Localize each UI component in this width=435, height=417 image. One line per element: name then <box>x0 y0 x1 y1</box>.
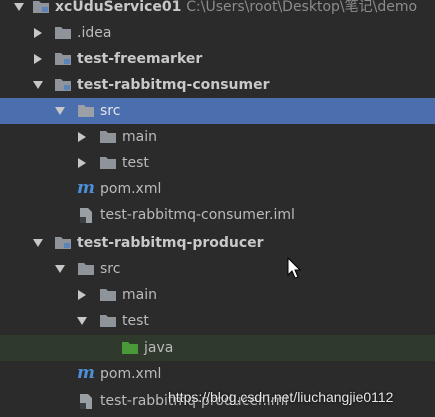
tree-row-producer-main[interactable]: main <box>0 282 435 308</box>
freemarker-label: test-freemarker <box>77 51 203 67</box>
iml-file-icon <box>80 394 92 409</box>
consumer-test-label: test <box>122 155 149 171</box>
expand-icon[interactable] <box>34 54 42 64</box>
expand-icon[interactable] <box>34 28 42 38</box>
source-folder-icon <box>122 342 138 354</box>
tree-row-consumer-pom[interactable]: m pom.xml <box>0 176 435 202</box>
folder-icon <box>55 27 71 39</box>
folder-icon <box>100 157 116 169</box>
watermark-text: https://blog.csdn.net/liuchangjie0112 <box>168 389 394 405</box>
module-folder-icon <box>55 237 71 249</box>
producer-label: test-rabbitmq-producer <box>77 235 264 251</box>
tree-row-project-root[interactable]: xcUduService01 C:\Users\root\Desktop\笔记\… <box>0 0 435 20</box>
project-tree: xcUduService01 C:\Users\root\Desktop\笔记\… <box>0 0 435 417</box>
consumer-label: test-rabbitmq-consumer <box>77 77 270 93</box>
collapse-icon[interactable] <box>55 265 65 273</box>
mouse-cursor-icon <box>287 257 302 279</box>
folder-icon <box>78 263 94 275</box>
idea-label: .idea <box>77 25 112 41</box>
tree-row-producer-src[interactable]: src <box>0 256 435 282</box>
expand-icon[interactable] <box>78 132 86 142</box>
folder-icon <box>100 289 116 301</box>
collapse-icon[interactable] <box>33 239 43 247</box>
tree-row-producer-test[interactable]: test <box>0 308 435 334</box>
maven-icon: m <box>77 178 95 198</box>
producer-test-label: test <box>122 313 149 329</box>
producer-main-label: main <box>122 287 157 303</box>
folder-icon <box>100 315 116 327</box>
tree-row-freemarker[interactable]: test-freemarker <box>0 46 435 72</box>
project-path: C:\Users\root\Desktop\笔记\demo <box>186 0 418 15</box>
module-folder-icon <box>33 1 49 13</box>
folder-icon <box>78 105 94 117</box>
tree-row-producer[interactable]: test-rabbitmq-producer <box>0 230 435 256</box>
expand-icon[interactable] <box>78 158 86 168</box>
producer-pom-label: pom.xml <box>100 366 162 382</box>
tree-row-producer-java[interactable]: java <box>0 335 435 361</box>
collapse-icon[interactable] <box>14 3 24 11</box>
expand-icon[interactable] <box>78 290 86 300</box>
tree-row-consumer-main[interactable]: main <box>0 124 435 150</box>
folder-icon <box>100 131 116 143</box>
producer-src-label: src <box>100 261 121 277</box>
consumer-iml-label: test-rabbitmq-consumer.iml <box>100 207 295 223</box>
collapse-icon[interactable] <box>33 81 43 89</box>
collapse-icon[interactable] <box>55 107 65 115</box>
tree-row-consumer-src[interactable]: src <box>0 98 435 124</box>
tree-row-consumer-test[interactable]: test <box>0 150 435 176</box>
maven-icon: m <box>77 363 95 383</box>
consumer-main-label: main <box>122 129 157 145</box>
tree-row-consumer-iml[interactable]: test-rabbitmq-consumer.iml <box>0 202 435 228</box>
collapse-icon[interactable] <box>77 317 87 325</box>
producer-java-label: java <box>144 340 174 356</box>
project-root-label: xcUduService01 C:\Users\root\Desktop\笔记\… <box>55 0 418 15</box>
module-folder-icon <box>55 53 71 65</box>
tree-row-consumer[interactable]: test-rabbitmq-consumer <box>0 72 435 98</box>
consumer-src-label: src <box>100 103 121 119</box>
tree-row-idea[interactable]: .idea <box>0 20 435 46</box>
tree-row-producer-pom[interactable]: m pom.xml <box>0 361 435 387</box>
iml-file-icon <box>80 208 92 223</box>
module-folder-icon <box>55 79 71 91</box>
consumer-pom-label: pom.xml <box>100 181 162 197</box>
